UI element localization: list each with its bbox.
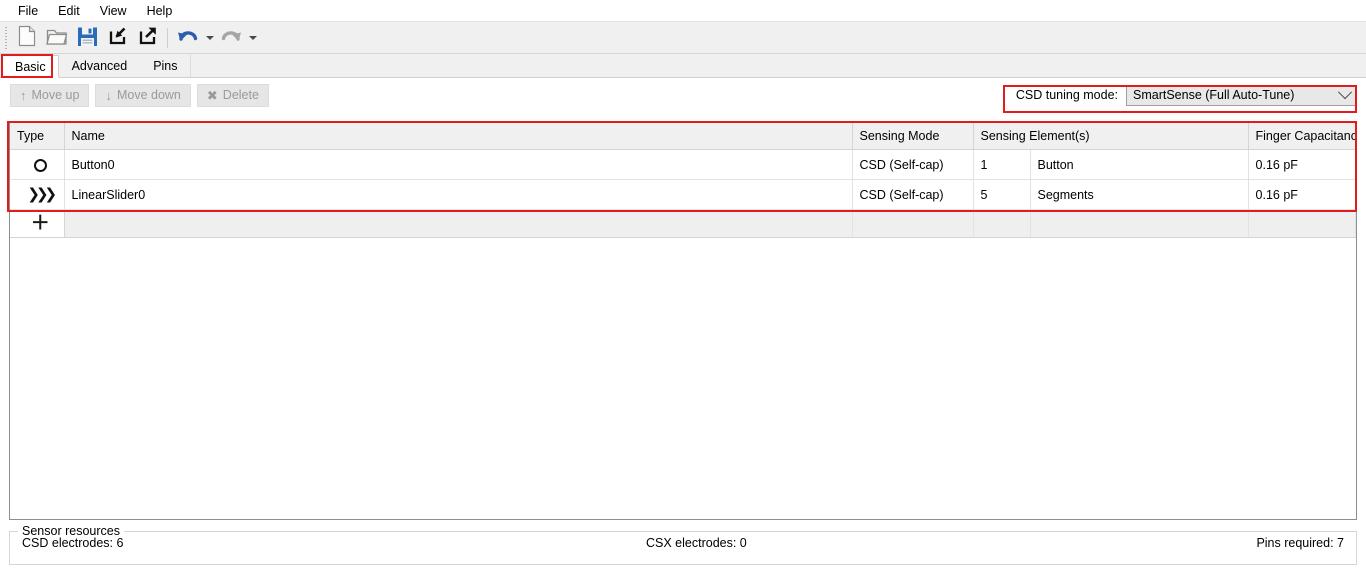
column-header-name[interactable]: Name — [64, 123, 853, 150]
row-type-cell[interactable] — [10, 149, 65, 180]
command-bar: ↑ Move up ↓ Move down ✖ Delete CSD tunin… — [0, 78, 1366, 112]
menu-item-help[interactable]: Help — [137, 2, 183, 20]
csx-electrodes-value: CSX electrodes: 0 — [646, 536, 747, 550]
row-element-count-cell[interactable]: 1 — [973, 149, 1031, 180]
export-button[interactable] — [132, 24, 162, 52]
tab-pins[interactable]: Pins — [140, 54, 191, 77]
table-row[interactable]: Button0 CSD (Self-cap) 1 Button 0.16 pF — [10, 149, 1356, 180]
import-icon — [107, 26, 128, 50]
undo-button[interactable] — [173, 24, 203, 52]
pins-required-value: Pins required: 7 — [1256, 536, 1344, 550]
row-element-label-cell[interactable]: Button — [1030, 149, 1249, 180]
move-down-button[interactable]: ↓ Move down — [95, 83, 191, 107]
toolbar-grip[interactable] — [4, 26, 9, 49]
chevron-down-icon — [205, 35, 214, 40]
row-element-count-cell[interactable]: 5 — [973, 179, 1031, 210]
add-row-filler — [1248, 209, 1356, 238]
open-folder-button[interactable] — [42, 24, 72, 52]
toolbar-separator — [167, 27, 168, 48]
row-name-cell[interactable]: LinearSlider0 — [64, 179, 853, 210]
row-type-cell[interactable]: ❯❯❯ — [10, 179, 65, 210]
tab-basic[interactable]: Basic — [2, 55, 59, 78]
delete-label: Delete — [222, 88, 259, 102]
redo-icon — [219, 26, 243, 50]
delete-button[interactable]: ✖ Delete — [196, 83, 269, 107]
move-up-label: Move up — [31, 88, 80, 102]
undo-dropdown-button[interactable] — [203, 24, 216, 52]
circle-icon — [33, 158, 47, 172]
row-sensing-mode-cell[interactable]: CSD (Self-cap) — [852, 179, 974, 210]
row-finger-capacitance-cell[interactable]: 0.16 pF — [1248, 149, 1356, 180]
widget-table[interactable]: Type Name Sensing Mode Sensing Element(s… — [9, 122, 1357, 520]
arrow-down-icon: ↓ — [105, 87, 112, 103]
move-up-button[interactable]: ↑ Move up — [10, 83, 90, 107]
sensor-resources-group: Sensor resources CSD electrodes: 6 CSX e… — [9, 524, 1357, 565]
chevron-down-icon — [1337, 85, 1353, 100]
tab-strip: Basic Advanced Pins — [0, 54, 1366, 78]
toolbar — [0, 21, 1366, 54]
open-folder-icon — [46, 26, 68, 49]
save-icon — [77, 26, 98, 50]
redo-button[interactable] — [216, 24, 246, 52]
csd-electrodes-value: CSD electrodes: 6 — [22, 536, 124, 550]
menu-item-file[interactable]: File — [8, 2, 48, 20]
chevron-down-icon — [248, 35, 257, 40]
row-element-label-cell[interactable]: Segments — [1030, 179, 1249, 210]
close-icon: ✖ — [206, 87, 218, 103]
save-button[interactable] — [72, 24, 102, 52]
csd-tuning-mode-group: CSD tuning mode: SmartSense (Full Auto-T… — [1015, 84, 1356, 106]
column-header-type[interactable]: Type — [10, 123, 65, 150]
import-button[interactable] — [102, 24, 132, 52]
add-row-filler — [852, 209, 974, 238]
export-icon — [137, 26, 158, 50]
add-row-filler — [64, 209, 853, 238]
menu-item-edit[interactable]: Edit — [48, 2, 90, 20]
table-header-row: Type Name Sensing Mode Sensing Element(s… — [10, 123, 1356, 150]
add-row-filler — [1030, 209, 1249, 238]
tab-advanced[interactable]: Advanced — [58, 54, 141, 77]
column-header-sensing-mode[interactable]: Sensing Mode — [852, 123, 974, 150]
csd-tuning-mode-value: SmartSense (Full Auto-Tune) — [1133, 88, 1295, 102]
row-finger-capacitance-cell[interactable]: 0.16 pF — [1248, 179, 1356, 210]
new-file-icon — [17, 25, 37, 50]
csd-tuning-mode-select[interactable]: SmartSense (Full Auto-Tune) — [1126, 84, 1356, 106]
menu-bar: File Edit View Help — [0, 0, 1366, 21]
new-file-button[interactable] — [12, 24, 42, 52]
add-widget-row[interactable]: ＋ — [10, 209, 1356, 238]
plus-icon: ＋ — [30, 212, 50, 234]
table-row[interactable]: ❯❯❯ LinearSlider0 CSD (Self-cap) 5 Segme… — [10, 179, 1356, 210]
redo-dropdown-button[interactable] — [246, 24, 259, 52]
row-name-cell[interactable]: Button0 — [64, 149, 853, 180]
column-header-finger-capacitance[interactable]: Finger Capacitance — [1248, 123, 1356, 150]
row-sensing-mode-cell[interactable]: CSD (Self-cap) — [852, 149, 974, 180]
menu-item-view[interactable]: View — [90, 2, 137, 20]
column-header-sensing-elements[interactable]: Sensing Element(s) — [973, 123, 1249, 150]
csd-tuning-mode-label: CSD tuning mode: — [1015, 88, 1118, 102]
undo-icon — [176, 26, 200, 50]
move-down-label: Move down — [116, 88, 181, 102]
slider-icon: ❯❯❯ — [27, 185, 57, 204]
add-row-filler — [973, 209, 1031, 238]
arrow-up-icon: ↑ — [20, 87, 27, 103]
add-widget-cell[interactable]: ＋ — [10, 209, 65, 238]
